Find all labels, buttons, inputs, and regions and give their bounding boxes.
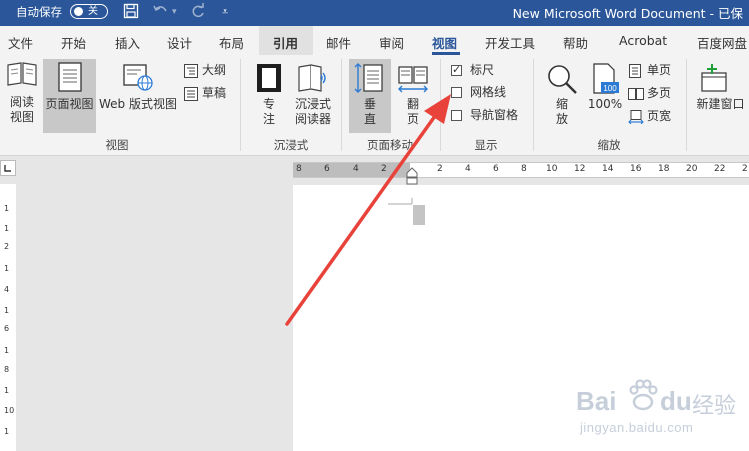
annotation-arrow: [285, 94, 451, 326]
